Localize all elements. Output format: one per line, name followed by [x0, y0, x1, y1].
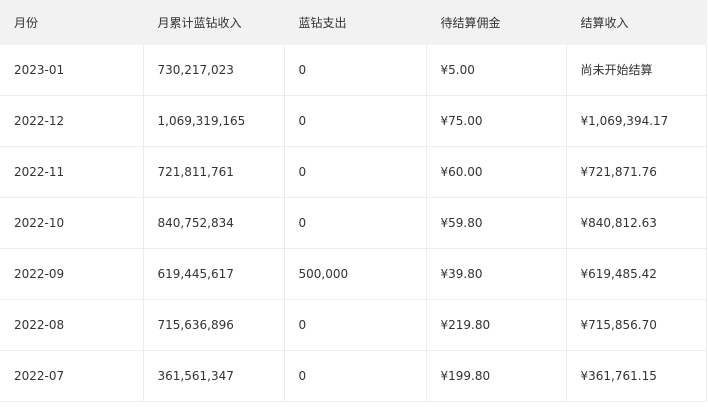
cell-expense: 0 — [284, 146, 427, 198]
cell-expense: 0 — [284, 299, 427, 351]
table-row: 2022-08 715,636,896 0 ¥219.80 ¥715,856.7… — [0, 299, 707, 351]
cell-month: 2022-11 — [0, 146, 144, 198]
cell-income: 840,752,834 — [143, 197, 285, 249]
cell-income: 619,445,617 — [143, 248, 285, 300]
header-settlement-income: 结算收入 — [566, 0, 707, 45]
cell-pending-commission: ¥39.80 — [426, 248, 567, 300]
cell-expense: 0 — [284, 197, 427, 249]
cell-income: 721,811,761 — [143, 146, 285, 198]
cell-pending-commission: ¥60.00 — [426, 146, 567, 198]
cell-income: 361,561,347 — [143, 350, 285, 402]
cell-month: 2022-09 — [0, 248, 144, 300]
table-row: 2022-12 1,069,319,165 0 ¥75.00 ¥1,069,39… — [0, 95, 707, 147]
cell-pending-commission: ¥59.80 — [426, 197, 567, 249]
table-row: 2022-09 619,445,617 500,000 ¥39.80 ¥619,… — [0, 248, 707, 300]
cell-expense: 500,000 — [284, 248, 427, 300]
cell-income: 730,217,023 — [143, 45, 285, 96]
settlement-table-container: 月份 月累计蓝钻收入 蓝钻支出 待结算佣金 结算收入 2023-01 730,2… — [0, 0, 708, 407]
cell-month: 2022-10 — [0, 197, 144, 249]
cell-settlement-income: ¥840,812.63 — [566, 197, 707, 249]
cell-settlement-income: ¥721,871.76 — [566, 146, 707, 198]
table-header-row: 月份 月累计蓝钻收入 蓝钻支出 待结算佣金 结算收入 — [0, 0, 707, 45]
cell-pending-commission: ¥199.80 — [426, 350, 567, 402]
settlement-table: 月份 月累计蓝钻收入 蓝钻支出 待结算佣金 结算收入 2023-01 730,2… — [0, 0, 707, 402]
cell-month: 2022-08 — [0, 299, 144, 351]
cell-settlement-income: ¥715,856.70 — [566, 299, 707, 351]
table-row: 2022-07 361,561,347 0 ¥199.80 ¥361,761.1… — [0, 350, 707, 402]
cell-pending-commission: ¥219.80 — [426, 299, 567, 351]
cell-month: 2023-01 — [0, 45, 144, 96]
cell-expense: 0 — [284, 350, 427, 402]
header-monthly-blue-diamond-income: 月累计蓝钻收入 — [143, 0, 285, 45]
cell-settlement-income: ¥1,069,394.17 — [566, 95, 707, 147]
cell-pending-commission: ¥5.00 — [426, 45, 567, 96]
cell-expense: 0 — [284, 45, 427, 96]
cell-settlement-income: ¥619,485.42 — [566, 248, 707, 300]
cell-settlement-income: 尚未开始结算 — [566, 45, 707, 96]
header-month: 月份 — [0, 0, 144, 45]
cell-income: 1,069,319,165 — [143, 95, 285, 147]
header-blue-diamond-expense: 蓝钻支出 — [284, 0, 427, 45]
header-pending-commission: 待结算佣金 — [426, 0, 567, 45]
cell-month: 2022-12 — [0, 95, 144, 147]
table-row: 2022-11 721,811,761 0 ¥60.00 ¥721,871.76 — [0, 146, 707, 198]
table-row: 2023-01 730,217,023 0 ¥5.00 尚未开始结算 — [0, 45, 707, 96]
cell-pending-commission: ¥75.00 — [426, 95, 567, 147]
cell-income: 715,636,896 — [143, 299, 285, 351]
table-body: 2023-01 730,217,023 0 ¥5.00 尚未开始结算 2022-… — [0, 45, 707, 402]
cell-settlement-income: ¥361,761.15 — [566, 350, 707, 402]
table-row: 2022-10 840,752,834 0 ¥59.80 ¥840,812.63 — [0, 197, 707, 249]
cell-expense: 0 — [284, 95, 427, 147]
cell-month: 2022-07 — [0, 350, 144, 402]
table-header: 月份 月累计蓝钻收入 蓝钻支出 待结算佣金 结算收入 — [0, 0, 707, 45]
